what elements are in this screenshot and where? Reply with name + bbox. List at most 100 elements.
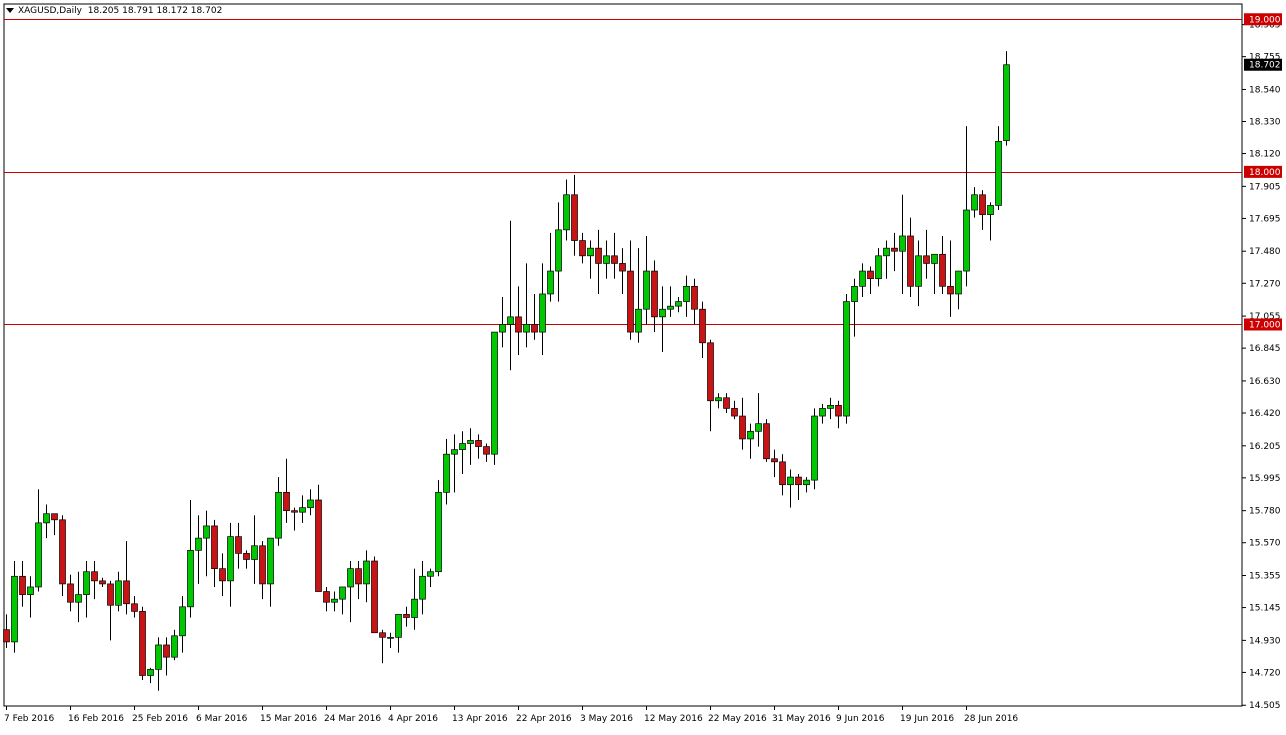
- ohlc-label: 18.205 18.791 18.172 18.702: [87, 6, 223, 16]
- candle-body: [539, 293, 546, 333]
- x-tick-label: 22 May 2016: [708, 714, 767, 724]
- candle-body: [531, 324, 538, 333]
- candle[interactable]: [315, 484, 322, 592]
- candle-body: [275, 491, 282, 539]
- candle-body: [139, 611, 146, 676]
- candle-body: [211, 525, 218, 570]
- candle-body: [931, 253, 938, 264]
- y-tick-label: 15.355: [1249, 572, 1281, 582]
- y-tick-label: 17.270: [1249, 279, 1281, 289]
- candle-body: [835, 405, 842, 417]
- candle-body: [203, 525, 210, 539]
- y-tick-label: 14.505: [1249, 701, 1281, 711]
- candle-body: [635, 308, 642, 333]
- candle-body: [411, 598, 418, 618]
- candle-body: [611, 255, 618, 264]
- y-tick-label: 15.570: [1249, 539, 1281, 549]
- candle-body: [51, 513, 58, 521]
- chart-header: XAGUSD,Daily 18.205 18.791 18.172 18.702: [6, 6, 222, 16]
- candle-body: [619, 263, 626, 272]
- candle[interactable]: [1003, 51, 1010, 146]
- candle-body: [99, 580, 106, 585]
- candle-body: [579, 240, 586, 257]
- candle-body: [179, 606, 186, 637]
- candle[interactable]: [139, 606, 146, 681]
- candle-body: [731, 408, 738, 417]
- candle-body: [851, 285, 858, 302]
- candle-body: [595, 247, 602, 264]
- candle-body: [307, 499, 314, 508]
- candle-body: [155, 644, 162, 670]
- candle-body: [907, 235, 914, 287]
- candle-body: [427, 571, 434, 577]
- candle-body: [67, 583, 74, 603]
- candle-body: [987, 205, 994, 215]
- symbol-label: XAGUSD,Daily: [18, 6, 83, 16]
- x-tick-label: 3 May 2016: [580, 714, 633, 724]
- price-chart[interactable]: 18.965 18.755 18.540 18.330 18.120 17.905 17.6…: [0, 0, 1286, 731]
- y-tick-label: 15.780: [1249, 507, 1281, 517]
- candle-body: [883, 247, 890, 257]
- y-tick-label: 16.420: [1249, 409, 1281, 419]
- x-tick-label: 6 Mar 2016: [196, 714, 248, 724]
- candle-body: [651, 270, 658, 318]
- candle-body: [971, 194, 978, 211]
- candle-body: [435, 491, 442, 573]
- x-tick-label: 25 Feb 2016: [132, 714, 188, 724]
- candle-body: [251, 545, 258, 560]
- x-tick-label: 31 May 2016: [772, 714, 831, 724]
- candle-body: [707, 342, 714, 402]
- candle-body: [315, 499, 322, 592]
- candle-body: [547, 270, 554, 295]
- candle[interactable]: [811, 408, 818, 490]
- chart-svg[interactable]: 18.96518.75518.54018.33018.12017.90517.6…: [0, 0, 1286, 731]
- candle[interactable]: [843, 293, 850, 424]
- candle[interactable]: [491, 331, 498, 465]
- candle-body: [915, 255, 922, 287]
- level-tag-label: 19.000: [1249, 15, 1281, 25]
- candle-body: [323, 591, 330, 603]
- dropdown-triangle-icon[interactable]: [6, 8, 14, 13]
- candle[interactable]: [59, 515, 66, 597]
- candle-body: [403, 614, 410, 618]
- candle-body: [819, 408, 826, 417]
- candle-body: [747, 430, 754, 440]
- candle-body: [243, 553, 250, 560]
- candle[interactable]: [371, 556, 378, 634]
- candle-body: [299, 507, 306, 513]
- candle-body: [11, 575, 18, 643]
- candle-body: [891, 247, 898, 252]
- x-tick-label: 19 Jun 2016: [900, 714, 954, 724]
- y-tick-label: 14.930: [1249, 636, 1281, 646]
- y-tick-label: 14.720: [1249, 668, 1281, 678]
- candle-body: [187, 549, 194, 608]
- y-tick-label: 18.330: [1249, 118, 1281, 128]
- candle-body: [339, 586, 346, 600]
- candle-body: [107, 583, 114, 606]
- x-tick-label: 24 Mar 2016: [324, 714, 381, 724]
- candle-body: [979, 194, 986, 215]
- candle-body: [483, 446, 490, 455]
- candle-body: [131, 603, 138, 612]
- candle-body: [195, 537, 202, 551]
- candle-body: [283, 491, 290, 512]
- candle-body: [459, 443, 466, 450]
- y-tick-label: 15.995: [1249, 474, 1281, 484]
- x-tick-label: 22 Apr 2016: [516, 714, 572, 724]
- candle-body: [787, 476, 794, 486]
- candle-body: [451, 449, 458, 455]
- candle-body: [875, 255, 882, 280]
- candle-body: [755, 423, 762, 432]
- candle-body: [35, 522, 42, 588]
- candle[interactable]: [763, 419, 770, 462]
- candle-body: [443, 453, 450, 493]
- candle-body: [667, 305, 674, 310]
- candle-body: [795, 476, 802, 486]
- candle-body: [267, 537, 274, 585]
- candle[interactable]: [435, 480, 442, 577]
- candle-body: [499, 324, 506, 333]
- candle-body: [475, 440, 482, 447]
- candle-body: [1003, 64, 1010, 141]
- y-tick-label: 17.695: [1249, 214, 1281, 224]
- candle-body: [803, 479, 810, 486]
